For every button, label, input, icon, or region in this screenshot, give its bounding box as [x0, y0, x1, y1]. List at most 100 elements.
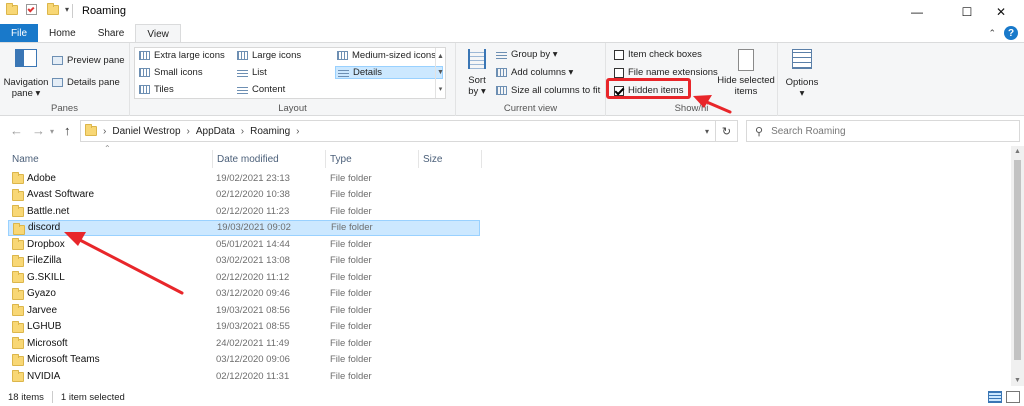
add-columns-button[interactable]: Add columns ▾ — [496, 67, 573, 78]
extra-large-icons-option[interactable]: Extra large icons — [139, 50, 225, 61]
large-icons-view-icon[interactable] — [1006, 391, 1020, 403]
folder-icon — [12, 287, 24, 300]
minimize-button[interactable]: — — [894, 0, 940, 24]
details-icon — [338, 68, 349, 77]
layout-group-label: Layout — [278, 103, 307, 114]
forward-icon[interactable]: → — [32, 123, 45, 138]
file-date-modified: 02/12/2020 11:12 — [216, 271, 290, 283]
preview-pane-button[interactable]: Preview pane — [52, 55, 125, 66]
help-icon[interactable]: ? — [1004, 26, 1018, 40]
window-title: Roaming — [82, 5, 127, 17]
details-pane-icon — [52, 78, 63, 87]
group-by-button[interactable]: Group by ▾ — [496, 49, 557, 60]
column-divider[interactable] — [481, 150, 482, 168]
scroll-down-icon[interactable]: ▼ — [437, 69, 444, 76]
expand-gallery-icon[interactable]: ▾ — [439, 85, 443, 93]
options-button[interactable]: Options ▾ — [780, 49, 824, 99]
medium-icons-option[interactable]: Medium-sized icons — [337, 50, 436, 61]
file-row[interactable]: G.SKILL 02/12/2020 11:12 File folder — [8, 269, 480, 285]
file-name-extensions-checkbox[interactable] — [614, 67, 624, 78]
file-date-modified: 02/12/2020 11:31 — [216, 370, 290, 382]
breadcrumb-appdata[interactable]: AppData — [196, 126, 235, 137]
tab-file[interactable]: File — [0, 24, 38, 43]
column-date-modified[interactable]: Date modified — [213, 150, 325, 168]
breadcrumb-user[interactable]: Daniel Westrop — [112, 126, 180, 137]
column-name[interactable]: Name — [8, 150, 212, 168]
selection-count: 1 item selected — [60, 391, 125, 403]
gallery-scroll[interactable]: ▲ ▼ ▾ — [435, 48, 445, 98]
recent-locations-icon[interactable]: ▾ — [50, 127, 54, 136]
file-name: G.SKILL — [27, 271, 65, 283]
file-row[interactable]: Battle.net 02/12/2020 11:23 File folder — [8, 203, 480, 219]
file-type: File folder — [330, 271, 372, 283]
file-row[interactable]: Avast Software 02/12/2020 10:38 File folde… — [8, 187, 480, 203]
breadcrumb-roaming[interactable]: Roaming — [250, 126, 290, 137]
ribbon-controls: ⌃ ? — [988, 26, 1018, 40]
content-option[interactable]: Content — [237, 84, 285, 95]
collapse-ribbon-icon[interactable]: ⌃ — [988, 28, 996, 39]
hide-selected-items-button[interactable]: Hide selected items — [714, 49, 778, 97]
search-icon: ⚲ — [755, 125, 764, 138]
file-row[interactable]: Microsoft 24/02/2021 11:49 File folder — [8, 335, 480, 351]
scroll-up-icon[interactable]: ▲ — [437, 53, 444, 60]
file-date-modified: 03/12/2020 09:46 — [216, 288, 290, 299]
tab-home[interactable]: Home — [38, 24, 87, 43]
sort-by-button[interactable]: Sort by ▾ — [462, 49, 492, 97]
scrollbar-thumb[interactable] — [1014, 160, 1021, 360]
tab-share[interactable]: Share — [87, 24, 136, 43]
file-row[interactable]: Jarvee 19/03/2021 08:56 File folder — [8, 302, 480, 318]
file-row[interactable]: LGHUB 19/03/2021 08:55 File folder — [8, 319, 480, 335]
large-icons-option[interactable]: Large icons — [237, 50, 301, 61]
file-row[interactable]: Microsoft Teams 03/12/2020 09:06 File fold… — [8, 352, 480, 368]
address-dropdown-icon[interactable]: ▾ — [705, 127, 709, 136]
vertical-scrollbar[interactable]: ▲ ▼ — [1011, 146, 1024, 386]
refresh-icon[interactable]: ↻ — [715, 121, 737, 141]
status-bar: 18 items 1 item selected — [0, 388, 1024, 406]
ribbon-tabs: File Home Share View — [0, 24, 1024, 43]
customize-toolbar-icon[interactable]: ▾ — [65, 5, 69, 14]
folder-icon — [13, 222, 25, 235]
item-check-boxes-checkbox[interactable] — [614, 49, 624, 60]
list-option[interactable]: List — [237, 67, 267, 78]
small-icons-option[interactable]: Small icons — [139, 67, 203, 78]
item-check-boxes-toggle[interactable]: Item check boxes — [614, 49, 702, 60]
details-view-icon[interactable] — [988, 391, 1002, 403]
file-date-modified: 02/12/2020 10:38 — [216, 189, 290, 200]
address-bar[interactable]: › Daniel Westrop › AppData › Roaming › ▾… — [80, 120, 738, 142]
current-view-group: Sort by ▾ Group by ▾ Add columns ▾ Size … — [456, 43, 606, 116]
file-row[interactable]: discord 19/03/2021 09:02 File folder — [8, 219, 480, 236]
file-row[interactable]: FileZilla 03/02/2021 13:08 File folder — [8, 253, 480, 269]
new-folder-icon[interactable] — [47, 2, 59, 15]
navigation-pane-icon — [15, 49, 37, 67]
scroll-up-icon[interactable]: ▲ — [1014, 148, 1021, 155]
file-row[interactable]: Gyazo 03/12/2020 09:46 File folder — [8, 286, 480, 302]
back-icon[interactable]: ← — [10, 123, 23, 138]
show-hide-group-label: Show/hi — [674, 103, 709, 114]
column-size[interactable]: Size — [419, 150, 481, 168]
file-row[interactable]: Adobe 19/02/2021 23:13 File folder — [8, 170, 480, 186]
folder-icon — [12, 304, 24, 316]
close-button[interactable]: ✕ — [978, 0, 1024, 24]
navigation-pane-button[interactable]: Navigation pane ▾ — [4, 49, 48, 99]
file-row[interactable]: Dropbox 05/01/2021 14:44 File folder — [8, 236, 480, 252]
file-row[interactable]: NVIDIA 02/12/2020 11:31 File folder — [8, 368, 480, 384]
tiles-option[interactable]: Tiles — [139, 84, 174, 95]
details-option[interactable]: Details — [335, 66, 444, 79]
column-type[interactable]: Type — [326, 150, 418, 168]
current-view-group-label: Current view — [503, 103, 558, 114]
file-type: File folder — [330, 205, 372, 217]
file-name-extensions-toggle[interactable]: File name extensions — [614, 67, 718, 78]
file-type: File folder — [330, 172, 372, 184]
tab-view[interactable]: View — [135, 24, 181, 43]
chevron-right-icon: › — [240, 125, 245, 137]
details-pane-button[interactable]: Details pane — [52, 77, 120, 88]
search-input[interactable]: Search Roaming — [771, 126, 845, 137]
ribbon: Navigation pane ▾ Preview pane Details p… — [0, 42, 1024, 116]
up-icon[interactable]: ↑ — [64, 123, 71, 138]
file-name: Microsoft Teams — [27, 354, 100, 365]
properties-icon[interactable] — [26, 4, 37, 15]
size-all-columns-button[interactable]: Size all columns to fit — [496, 85, 600, 96]
folder-icon — [12, 172, 24, 184]
scroll-down-icon[interactable]: ▼ — [1014, 377, 1021, 384]
search-box[interactable]: ⚲ Search Roaming — [746, 120, 1020, 142]
